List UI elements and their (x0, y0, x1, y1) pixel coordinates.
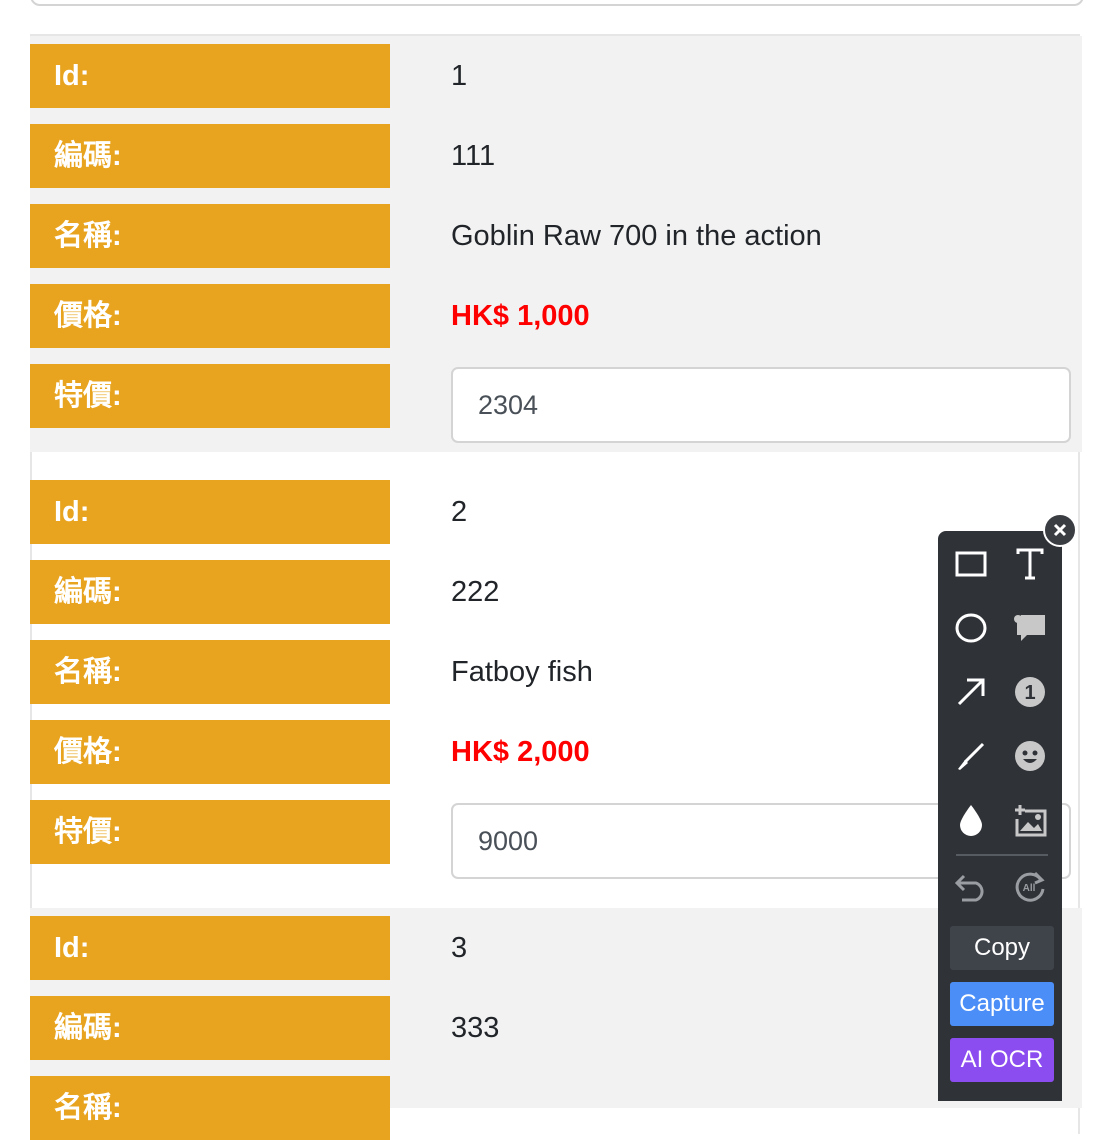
copy-button[interactable]: Copy (950, 926, 1054, 970)
code-value: 111 (451, 140, 496, 172)
arrow-icon[interactable] (946, 667, 996, 717)
special-price-label: 特價: (30, 364, 390, 428)
number-marker-text: 1 (1024, 682, 1035, 704)
special-price-row: 特價: 2304 (30, 364, 1082, 443)
id-value: 1 (451, 60, 468, 92)
code-label: 編碼: (30, 560, 390, 624)
top-input-field[interactable] (30, 0, 1084, 6)
id-label: Id: (30, 480, 390, 544)
pen-icon[interactable] (946, 731, 996, 781)
emoji-icon[interactable] (1005, 731, 1055, 781)
record-card: Id: 1 編碼: 111 名稱: Goblin Raw 700 in the … (30, 36, 1082, 452)
ai-ocr-button[interactable]: AI OCR (950, 1038, 1054, 1082)
price-row: 價格: HK$ 2,000 (30, 720, 1082, 784)
record-card: Id: 2 編碼: 222 名稱: Fatboy fish 價格: HK$ 2,… (30, 452, 1082, 908)
price-label: 價格: (30, 284, 390, 348)
name-label: 名稱: (30, 640, 390, 704)
id-row: Id: 2 (30, 480, 1082, 544)
price-value: HK$ 1,000 (451, 300, 590, 332)
code-row: 編碼: 333 (30, 996, 1082, 1060)
speech-bubble-icon[interactable] (1005, 603, 1055, 653)
code-label: 編碼: (30, 124, 390, 188)
record-card: Id: 3 編碼: 333 名稱: (30, 908, 1082, 1140)
capture-button[interactable]: Capture (950, 982, 1054, 1026)
id-row: Id: 3 (30, 916, 1082, 980)
id-label: Id: (30, 916, 390, 980)
reset-all-badge: All (1023, 883, 1036, 894)
number-marker-icon[interactable]: 1 (1005, 667, 1055, 717)
close-toolbar-button[interactable] (1043, 513, 1077, 547)
ellipse-icon[interactable] (946, 603, 996, 653)
close-icon (1053, 523, 1067, 537)
id-row: Id: 1 (30, 44, 1082, 108)
price-row: 價格: HK$ 1,000 (30, 284, 1082, 348)
price-label: 價格: (30, 720, 390, 784)
special-price-row: 特價: 9000 (30, 800, 1082, 879)
name-row: 名稱: (30, 1076, 1082, 1140)
add-image-icon[interactable] (1005, 795, 1055, 845)
name-row: 名稱: Fatboy fish (30, 640, 1082, 704)
reset-all-icon[interactable]: All (1005, 862, 1055, 912)
special-price-label: 特價: (30, 800, 390, 864)
code-row: 編碼: 111 (30, 124, 1082, 188)
rectangle-icon[interactable] (946, 539, 996, 589)
code-row: 編碼: 222 (30, 560, 1082, 624)
blur-drop-icon[interactable] (946, 795, 996, 845)
code-value: 333 (451, 1012, 500, 1044)
price-value: HK$ 2,000 (451, 736, 590, 768)
name-label: 名稱: (30, 1076, 390, 1140)
code-value: 222 (451, 576, 500, 608)
undo-icon[interactable] (946, 862, 996, 912)
id-value: 2 (451, 496, 468, 528)
toolbar-divider (956, 854, 1048, 856)
name-value: Fatboy fish (451, 656, 593, 688)
name-label: 名稱: (30, 204, 390, 268)
name-value: Goblin Raw 700 in the action (451, 220, 822, 252)
name-row: 名稱: Goblin Raw 700 in the action (30, 204, 1082, 268)
special-price-input[interactable]: 2304 (451, 367, 1071, 443)
id-label: Id: (30, 44, 390, 108)
text-icon[interactable] (1005, 539, 1055, 589)
screenshot-toolbar: 1 All Copy Capture AI OCR (938, 531, 1062, 1101)
code-label: 編碼: (30, 996, 390, 1060)
id-value: 3 (451, 932, 468, 964)
